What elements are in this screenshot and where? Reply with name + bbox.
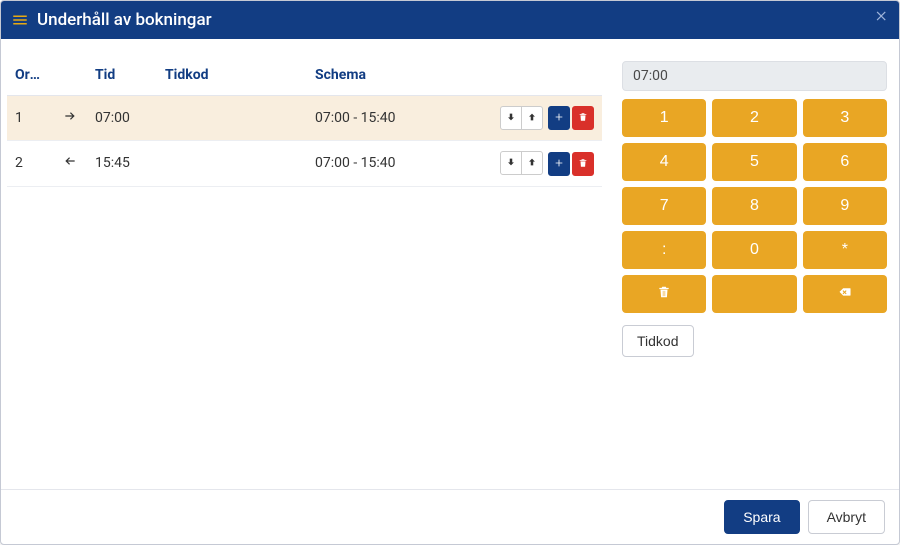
move-down-button[interactable] bbox=[500, 106, 522, 130]
keypad: 1 2 3 4 5 6 7 8 9 : 0 * bbox=[622, 99, 887, 313]
key-8[interactable]: 8 bbox=[712, 187, 796, 225]
add-button[interactable] bbox=[548, 106, 570, 130]
booking-table: Ordning Tid Tidkod Schema 1 07:00 07:00 - … bbox=[7, 61, 602, 187]
cell-tid: 15:45 bbox=[87, 141, 157, 186]
col-order-header: Ordning bbox=[15, 67, 47, 83]
dialog-window: Underhåll av bokningar Ordning Tid Tidko… bbox=[0, 0, 900, 545]
key-3[interactable]: 3 bbox=[803, 99, 887, 137]
add-button[interactable] bbox=[548, 152, 570, 176]
table-row[interactable]: 1 07:00 07:00 - 15:40 bbox=[7, 96, 602, 141]
arrow-up-icon bbox=[527, 110, 537, 126]
backspace-icon bbox=[838, 285, 852, 304]
key-star[interactable]: * bbox=[803, 231, 887, 269]
trash-icon bbox=[578, 110, 588, 126]
key-clear[interactable] bbox=[622, 275, 706, 313]
delete-button[interactable] bbox=[572, 106, 594, 130]
move-down-button[interactable] bbox=[500, 151, 522, 175]
plus-icon bbox=[554, 110, 564, 126]
trash-icon bbox=[578, 156, 588, 172]
window-title: Underhåll av bokningar bbox=[37, 10, 212, 30]
cell-tid: 07:00 bbox=[87, 96, 157, 141]
arrow-up-icon bbox=[527, 155, 537, 171]
direction-icon bbox=[55, 96, 87, 141]
cell-schema: 07:00 - 15:40 bbox=[307, 96, 482, 141]
cell-actions bbox=[482, 96, 602, 141]
col-tidkod-header: Tidkod bbox=[157, 61, 307, 96]
key-blank[interactable] bbox=[712, 275, 796, 313]
tidkod-button[interactable]: Tidkod bbox=[622, 325, 694, 357]
plus-icon bbox=[554, 156, 564, 172]
time-display[interactable]: 07:00 bbox=[622, 61, 887, 91]
table-row[interactable]: 2 15:45 07:00 - 15:40 bbox=[7, 141, 602, 186]
move-up-button[interactable] bbox=[521, 151, 543, 175]
delete-button[interactable] bbox=[572, 152, 594, 176]
cell-order: 2 bbox=[7, 141, 55, 186]
key-5[interactable]: 5 bbox=[712, 143, 796, 181]
cell-tidkod bbox=[157, 96, 307, 141]
key-1[interactable]: 1 bbox=[622, 99, 706, 137]
key-colon[interactable]: : bbox=[622, 231, 706, 269]
direction-icon bbox=[55, 141, 87, 186]
keypad-pane: 07:00 1 2 3 4 5 6 7 8 9 : 0 * bbox=[622, 61, 887, 483]
cancel-button[interactable]: Avbryt bbox=[808, 500, 885, 534]
menu-icon[interactable] bbox=[11, 11, 29, 29]
key-7[interactable]: 7 bbox=[622, 187, 706, 225]
close-icon[interactable] bbox=[875, 9, 889, 27]
key-9[interactable]: 9 bbox=[803, 187, 887, 225]
key-0[interactable]: 0 bbox=[712, 231, 796, 269]
cell-tidkod bbox=[157, 141, 307, 186]
booking-table-pane: Ordning Tid Tidkod Schema 1 07:00 07:00 - … bbox=[7, 61, 602, 483]
cell-order: 1 bbox=[7, 96, 55, 141]
save-button[interactable]: Spara bbox=[724, 500, 799, 534]
dialog-body: Ordning Tid Tidkod Schema 1 07:00 07:00 - … bbox=[1, 39, 899, 489]
dialog-footer: Spara Avbryt bbox=[1, 489, 899, 544]
trash-icon bbox=[657, 285, 671, 304]
move-up-button[interactable] bbox=[521, 106, 543, 130]
arrow-down-icon bbox=[506, 155, 516, 171]
key-6[interactable]: 6 bbox=[803, 143, 887, 181]
key-2[interactable]: 2 bbox=[712, 99, 796, 137]
key-4[interactable]: 4 bbox=[622, 143, 706, 181]
arrow-down-icon bbox=[506, 110, 516, 126]
titlebar: Underhåll av bokningar bbox=[1, 1, 899, 39]
key-backspace[interactable] bbox=[803, 275, 887, 313]
col-schema-header: Schema bbox=[307, 61, 482, 96]
col-tid-header: Tid bbox=[87, 61, 157, 96]
cell-actions bbox=[482, 141, 602, 186]
table-header-row: Ordning Tid Tidkod Schema bbox=[7, 61, 602, 96]
cell-schema: 07:00 - 15:40 bbox=[307, 141, 482, 186]
